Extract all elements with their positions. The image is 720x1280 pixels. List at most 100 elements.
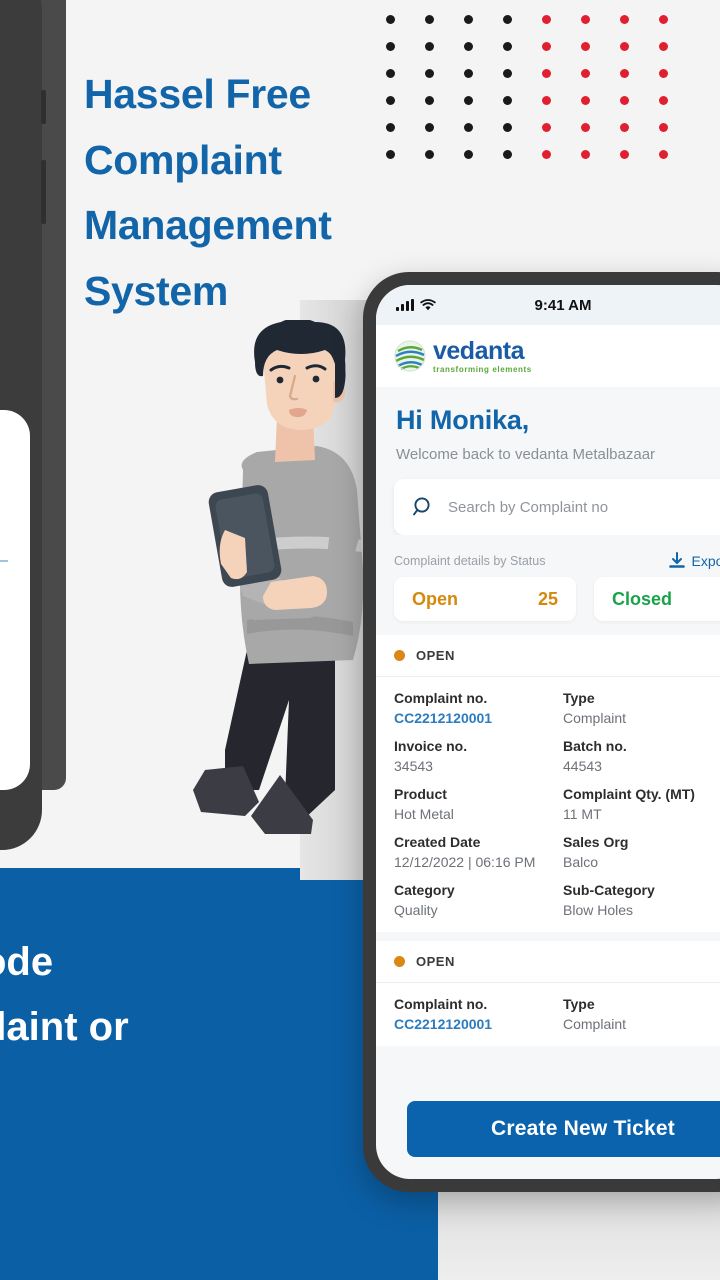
grid-dot [542, 42, 551, 51]
grid-dot [386, 42, 395, 51]
vedanta-globe-icon [394, 340, 426, 372]
field-key: Created Date [394, 834, 481, 850]
status-chip-closed[interactable]: Closed [594, 577, 720, 621]
grid-dot [425, 42, 434, 51]
status-dot-icon [394, 650, 405, 661]
grid-dot [581, 69, 590, 78]
search-icon [413, 497, 430, 516]
grid-dot [659, 42, 668, 51]
field-key: Type [563, 690, 595, 706]
export-label: Export [691, 553, 720, 569]
grid-dot [581, 150, 590, 159]
field-value: 11 MT [563, 806, 602, 822]
grid-dot [542, 96, 551, 105]
grid-dot [620, 69, 629, 78]
field-value: 44543 [563, 758, 602, 774]
field-value: Complaint [563, 710, 627, 726]
grid-dot [503, 150, 512, 159]
grid-dot [425, 15, 434, 24]
headline-line-3: Management [84, 202, 332, 249]
grid-dot [581, 123, 590, 132]
left-phone-screen [0, 410, 30, 790]
vedanta-logo: vedanta transforming elements [394, 336, 532, 374]
app-bar: vedanta transforming elements [376, 325, 720, 387]
left-partial-phone-mockup [0, 0, 46, 850]
chip-closed-label: Closed [612, 588, 673, 609]
complaint-card[interactable]: OPEN Complaint no. CC2212120001 Type Com… [376, 635, 720, 932]
blue-panel-text: QR Code Complaint or [0, 930, 442, 1060]
field-category: Category Quality [394, 882, 563, 918]
grid-dot [464, 69, 473, 78]
card-field-grid: Complaint no. CC2212120001 Type Complain… [376, 677, 720, 932]
field-key: Complaint Qty. (MT) [563, 786, 695, 802]
field-value: Quality [394, 902, 438, 918]
field-value: Balco [563, 854, 599, 870]
headline-line-1: Hassel Free [84, 71, 311, 117]
field-complaint-qty: Complaint Qty. (MT) 11 MT [563, 786, 720, 822]
field-batch-no: Batch no. 44543 [563, 738, 720, 774]
field-value: 34543 [394, 758, 433, 774]
search-input[interactable]: Search by Complaint no [394, 479, 720, 535]
field-value: Hot Metal [394, 806, 454, 822]
grid-dot [464, 96, 473, 105]
grid-dot [581, 96, 590, 105]
export-button[interactable]: Export [667, 551, 720, 571]
field-key: Product [394, 786, 447, 802]
grid-dot [386, 15, 395, 24]
grid-dot [542, 123, 551, 132]
grid-dot [620, 96, 629, 105]
grid-dot [659, 96, 668, 105]
complaint-list[interactable]: OPEN Complaint no. CC2212120001 Type Com… [376, 635, 720, 1179]
grid-dot [503, 69, 512, 78]
grid-dot [581, 42, 590, 51]
logo-tagline: transforming elements [433, 364, 532, 374]
field-sales-org: Sales Org Balco [563, 834, 720, 870]
grid-dot [464, 15, 473, 24]
grid-dot [620, 123, 629, 132]
decorative-dot-grid [386, 0, 706, 178]
grid-dot [659, 69, 668, 78]
grid-dot [542, 15, 551, 24]
status-chips: Open 25 Closed [376, 577, 720, 635]
status-chip-open[interactable]: Open 25 [394, 577, 576, 621]
field-product: Product Hot Metal [394, 786, 563, 822]
wifi-icon [420, 299, 436, 311]
field-invoice-no: Invoice no. 34543 [394, 738, 563, 774]
field-value[interactable]: CC2212120001 [394, 710, 563, 726]
card-status-label: OPEN [416, 648, 455, 663]
screenshot-stage: Hassel Free Complaint Management System [0, 0, 720, 1280]
field-key: Type [563, 996, 595, 1012]
hero-headline: Hassel Free Complaint Management System [84, 62, 414, 324]
field-value: Blow Holes [563, 902, 634, 918]
blue-panel-line-2: Complaint or [0, 1004, 129, 1049]
field-key: Invoice no. [394, 738, 468, 754]
grid-dot [542, 150, 551, 159]
search-section: Search by Complaint no [376, 471, 720, 535]
grid-dot [425, 150, 434, 159]
download-icon [668, 552, 685, 568]
logo-wordmark: vedanta [433, 336, 524, 365]
grid-dot [620, 42, 629, 51]
grid-dot [620, 150, 629, 159]
grid-dot [659, 123, 668, 132]
grid-dot [464, 150, 473, 159]
greeting-subtitle: Welcome back to vedanta Metalbazaar [396, 446, 656, 463]
create-new-ticket-button[interactable]: Create New Ticket [407, 1101, 720, 1157]
field-key: Complaint no. [394, 690, 488, 706]
blue-panel-line-1: QR Code [0, 940, 54, 984]
field-value: Complaint [563, 1016, 627, 1032]
field-key: Category [394, 882, 455, 898]
greeting-section: Hi Monika, Welcome back to vedanta Metal… [376, 387, 720, 471]
grid-dot [425, 69, 434, 78]
grid-dot [659, 150, 668, 159]
grid-dot [464, 42, 473, 51]
chip-open-count: 25 [537, 588, 558, 609]
grid-dot [503, 96, 512, 105]
field-key: Batch no. [563, 738, 627, 754]
grid-dot [425, 123, 434, 132]
field-created-date: Created Date 12/12/2022 | 06:16 PM [394, 834, 563, 870]
phone-status-bar: 9:41 AM [376, 285, 720, 325]
status-section-label: Complaint details by Status [394, 554, 546, 568]
search-placeholder: Search by Complaint no [448, 498, 609, 516]
grid-dot [659, 15, 668, 24]
